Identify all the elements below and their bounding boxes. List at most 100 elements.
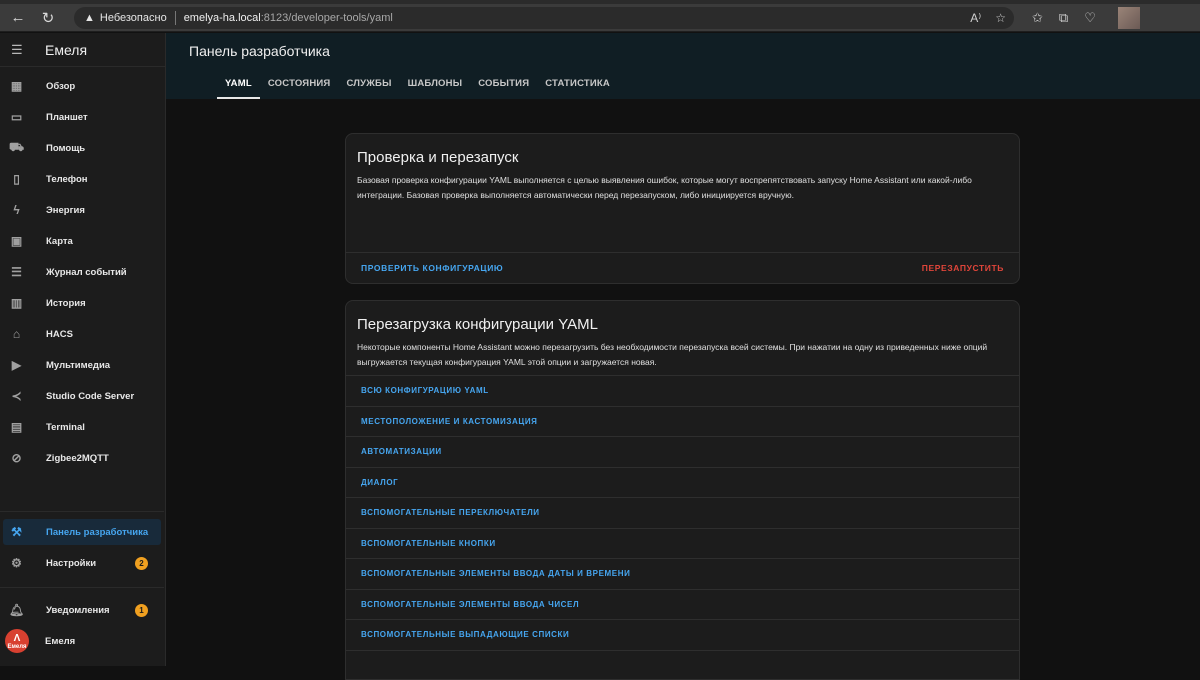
sidebar-item-settings[interactable]: ⚙ Настройки 2: [0, 550, 164, 576]
sidebar-item-hacs[interactable]: ⌂ HACS: [0, 321, 164, 347]
page-header: Панель разработчика YAML СОСТОЯНИЯ СЛУЖБ…: [166, 33, 1200, 99]
reload-input-boolean[interactable]: ВСПОМОГАТЕЛЬНЫЕ ПЕРЕКЛЮЧАТЕЛИ: [346, 497, 1019, 528]
sidebar-item-zigbee[interactable]: ⊘ Zigbee2MQTT: [0, 445, 164, 471]
car-icon: ⛟: [10, 142, 23, 155]
collections-icon[interactable]: ⧉: [1059, 10, 1068, 26]
back-icon[interactable]: ←: [6, 6, 30, 30]
notifications-badge: 1: [135, 604, 148, 617]
tab-events[interactable]: СОБЫТИЯ: [470, 71, 537, 99]
sidebar-item-developer-tools[interactable]: ⚒ Панель разработчика: [3, 519, 161, 545]
list-icon: ☰: [10, 266, 23, 279]
sidebar-item-label: Уведомления: [46, 605, 110, 616]
reload-input-number[interactable]: ВСПОМОГАТЕЛЬНЫЕ ЭЛЕМЕНТЫ ВВОДА ЧИСЕЛ: [346, 589, 1019, 620]
reload-icon[interactable]: ↻: [36, 6, 60, 30]
sidebar-item-label: Планшет: [46, 112, 88, 123]
read-aloud-icon[interactable]: A⁾: [970, 11, 981, 25]
favorites-icon[interactable]: ✩: [1032, 10, 1043, 26]
sidebar-item-label: Terminal: [46, 422, 85, 433]
card-description: Некоторые компоненты Home Assistant можн…: [346, 333, 1019, 375]
phone-icon: ▯: [10, 173, 23, 186]
main-content: Проверка и перезапуск Базовая проверка к…: [166, 99, 1200, 666]
restart-button[interactable]: ПЕРЕЗАПУСТИТЬ: [922, 263, 1004, 273]
sidebar-header: ☰ Емеля: [0, 33, 165, 67]
tab-statistics[interactable]: СТАТИСТИКА: [537, 71, 618, 99]
sidebar-item-label: Емеля: [45, 636, 75, 647]
sidebar-item-label: Мультимедиа: [46, 360, 110, 371]
tablet-icon: ▭: [10, 111, 23, 124]
sidebar-item-studio-code[interactable]: ≺ Studio Code Server: [0, 383, 164, 409]
sidebar-title: Емеля: [45, 42, 87, 58]
hacs-icon: ⌂: [10, 328, 23, 341]
page-title: Панель разработчика: [189, 43, 330, 59]
sidebar-divider: [0, 587, 164, 588]
reload-automations[interactable]: АВТОМАТИЗАЦИИ: [346, 436, 1019, 467]
sidebar-item-user[interactable]: Λ Емеля Емеля: [0, 628, 164, 654]
url-path: :8123/developer-tools/yaml: [261, 12, 393, 24]
sidebar: ☰ Емеля ▦ Обзор ▭ Планшет ⛟ Помощь ▯ Тел…: [0, 33, 166, 666]
sidebar-item-notifications[interactable]: 🔔︎ Уведомления 1: [0, 597, 164, 623]
vscode-icon: ≺: [10, 390, 23, 403]
sidebar-item-map[interactable]: ▣ Карта: [0, 228, 164, 254]
sidebar-item-media[interactable]: ▶ Мультимедиа: [0, 352, 164, 378]
tab-yaml[interactable]: YAML: [217, 71, 260, 99]
chart-icon: ▥: [10, 297, 23, 310]
sidebar-item-label: Карта: [46, 236, 73, 247]
reload-all-yaml[interactable]: ВСЮ КОНФИГУРАЦИЮ YAML: [346, 375, 1019, 406]
sidebar-item-logbook[interactable]: ☰ Журнал событий: [0, 259, 164, 285]
gear-icon: ⚙: [10, 557, 23, 570]
tab-states[interactable]: СОСТОЯНИЯ: [260, 71, 339, 99]
sidebar-item-phone[interactable]: ▯ Телефон: [0, 166, 164, 192]
sidebar-item-terminal[interactable]: ▤ Terminal: [0, 414, 164, 440]
favorite-star-icon[interactable]: ☆: [995, 11, 1006, 25]
bell-icon: 🔔︎: [10, 604, 23, 617]
sidebar-item-label: Панель разработчика: [46, 527, 148, 538]
sidebar-item-label: Studio Code Server: [46, 391, 134, 402]
card-title: Проверка и перезапуск: [346, 134, 1019, 166]
map-icon: ▣: [10, 235, 23, 248]
sidebar-item-label: История: [46, 298, 86, 309]
dashboard-icon: ▦: [10, 80, 23, 93]
sidebar-item-label: Энергия: [46, 205, 85, 216]
sidebar-item-label: Настройки: [46, 558, 96, 569]
sidebar-item-label: Помощь: [46, 143, 85, 154]
url-host: emelya-ha.local: [184, 12, 261, 24]
hammer-icon: ⚒: [10, 526, 23, 539]
card-title: Перезагрузка конфигурации YAML: [346, 301, 1019, 333]
check-config-button[interactable]: ПРОВЕРИТЬ КОНФИГУРАЦИЮ: [361, 263, 503, 273]
zigbee-icon: ⊘: [10, 452, 23, 465]
sidebar-item-energy[interactable]: ϟ Энергия: [0, 197, 164, 223]
sidebar-item-label: Журнал событий: [46, 267, 127, 278]
avatar-text: Емеля: [7, 644, 26, 650]
reload-yaml-card: Перезагрузка конфигурации YAML Некоторые…: [345, 300, 1020, 680]
sidebar-item-label: Zigbee2MQTT: [46, 453, 109, 464]
tab-services[interactable]: СЛУЖБЫ: [338, 71, 399, 99]
card-description: Базовая проверка конфигурации YAML выпол…: [346, 166, 1019, 202]
check-restart-card: Проверка и перезапуск Базовая проверка к…: [345, 133, 1020, 284]
avatar: Λ Емеля: [5, 629, 29, 653]
reload-conversation[interactable]: ДИАЛОГ: [346, 467, 1019, 498]
reload-input-button[interactable]: ВСПОМОГАТЕЛЬНЫЕ КНОПКИ: [346, 528, 1019, 559]
reload-input-select[interactable]: ВСПОМОГАТЕЛЬНЫЕ ВЫПАДАЮЩИЕ СПИСКИ: [346, 619, 1019, 650]
sidebar-item-tablet[interactable]: ▭ Планшет: [0, 104, 164, 130]
reload-next-row[interactable]: [346, 650, 1019, 680]
terminal-icon: ▤: [10, 421, 23, 434]
card-actions: ПРОВЕРИТЬ КОНФИГУРАЦИЮ ПЕРЕЗАПУСТИТЬ: [346, 252, 1019, 283]
address-bar[interactable]: ▲ Небезопасно emelya-ha.local :8123/deve…: [74, 7, 1014, 29]
sidebar-item-label: Обзор: [46, 81, 75, 92]
sidebar-item-help[interactable]: ⛟ Помощь: [0, 135, 164, 161]
reload-location-customization[interactable]: МЕСТОПОЛОЖЕНИЕ И КАСТОМИЗАЦИЯ: [346, 406, 1019, 437]
tab-bar: YAML СОСТОЯНИЯ СЛУЖБЫ ШАБЛОНЫ СОБЫТИЯ СТ…: [217, 71, 618, 99]
sidebar-item-label: Телефон: [46, 174, 88, 185]
menu-collapse-icon[interactable]: ☰: [11, 42, 25, 58]
warning-icon: ▲: [84, 12, 95, 24]
tab-templates[interactable]: ШАБЛОНЫ: [400, 71, 471, 99]
health-icon[interactable]: ♡: [1084, 10, 1096, 26]
reload-input-datetime[interactable]: ВСПОМОГАТЕЛЬНЫЕ ЭЛЕМЕНТЫ ВВОДА ДАТЫ И ВР…: [346, 558, 1019, 589]
media-icon: ▶: [10, 359, 23, 372]
sidebar-item-overview[interactable]: ▦ Обзор: [0, 73, 164, 99]
sidebar-divider: [0, 511, 164, 512]
profile-icon[interactable]: [1118, 7, 1140, 29]
sidebar-item-history[interactable]: ▥ История: [0, 290, 164, 316]
lightning-icon: ϟ: [10, 204, 23, 217]
browser-toolbar: ← ↻ ▲ Небезопасно emelya-ha.local :8123/…: [0, 4, 1200, 32]
